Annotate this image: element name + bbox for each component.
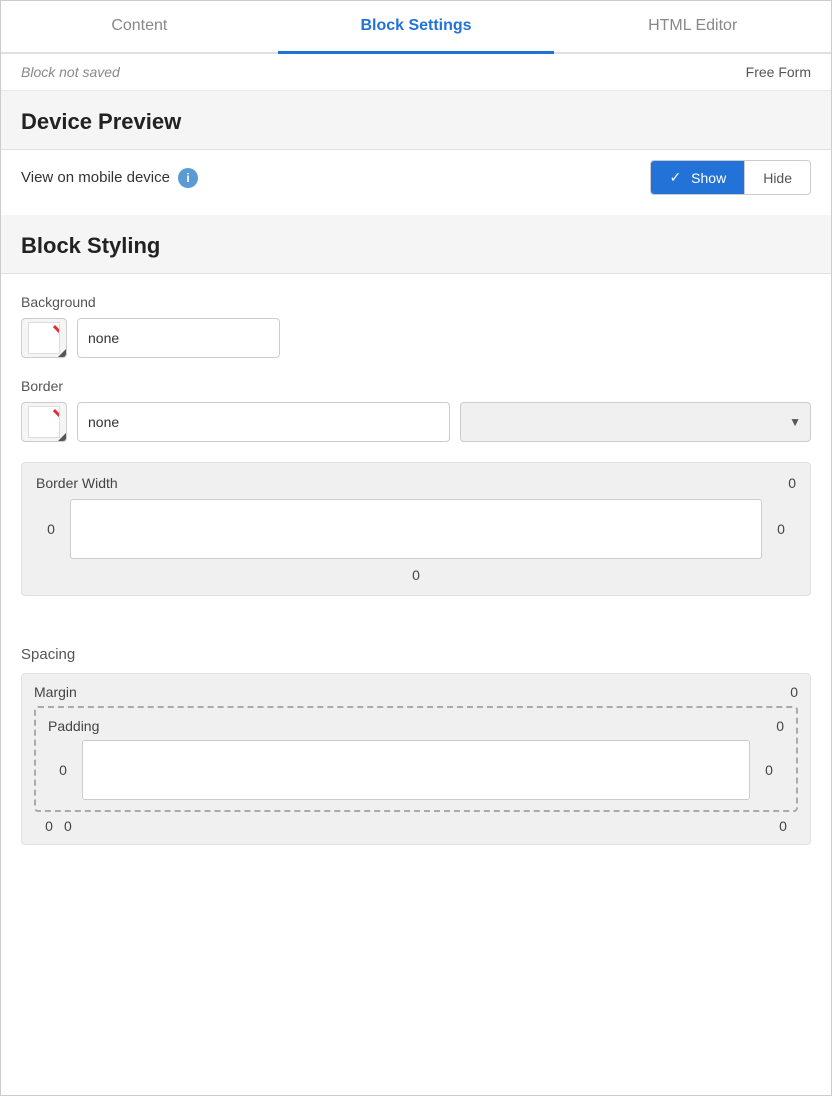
background-field-row	[21, 318, 811, 358]
outer-right-value: 0	[768, 818, 798, 834]
margin-box: Margin 0 Padding 0 0 0 0 0	[21, 673, 811, 845]
free-form-label: Free Form	[746, 64, 811, 80]
border-value-input[interactable]	[77, 402, 450, 442]
background-field-group: Background	[21, 294, 811, 358]
border-center-box	[70, 499, 762, 559]
tab-bar: Content Block Settings HTML Editor	[1, 1, 831, 54]
show-button[interactable]: ✓ Show	[651, 161, 744, 194]
show-hide-toggle: ✓ Show Hide	[650, 160, 811, 195]
padding-top-value: 0	[776, 718, 784, 734]
spacing-section: Spacing Margin 0 Padding 0 0 0	[1, 636, 831, 865]
block-styling-content: Background Border	[1, 274, 831, 636]
device-preview-section-header: Device Preview	[1, 91, 831, 150]
padding-left-value: 0	[48, 762, 78, 778]
device-preview-title: Device Preview	[21, 109, 181, 134]
padding-box: Padding 0 0 0	[34, 706, 798, 812]
hide-button[interactable]: Hide	[744, 161, 810, 194]
show-label: Show	[691, 170, 726, 186]
border-width-top-value: 0	[788, 475, 796, 491]
checkmark-icon: ✓	[669, 169, 681, 186]
border-width-box: Border Width 0 0 0 0	[21, 462, 811, 596]
tab-html-editor[interactable]: HTML Editor	[554, 1, 831, 54]
border-color-picker[interactable]	[21, 402, 67, 442]
margin-label: Margin	[34, 684, 77, 700]
padding-center-box	[82, 740, 750, 800]
border-bottom-value: 0	[36, 567, 796, 583]
block-styling-title: Block Styling	[21, 233, 160, 258]
tab-block-settings[interactable]: Block Settings	[278, 1, 555, 54]
mobile-device-row: View on mobile device i ✓ Show Hide	[1, 150, 831, 215]
margin-header: Margin 0	[34, 684, 798, 700]
spacing-label: Spacing	[21, 646, 811, 663]
border-right-value: 0	[766, 521, 796, 537]
padding-middle-row: 0 0	[48, 740, 784, 800]
outer-left-value: 0	[34, 818, 64, 834]
background-label: Background	[21, 294, 811, 310]
outer-bottom-row: 0 0 0	[34, 818, 798, 834]
info-icon[interactable]: i	[178, 168, 198, 188]
mobile-device-label: View on mobile device i	[21, 168, 198, 188]
background-value-input[interactable]	[77, 318, 280, 358]
background-color-swatch	[28, 322, 60, 354]
border-width-label: Border Width	[36, 475, 118, 491]
border-label: Border	[21, 378, 811, 394]
mobile-device-text: View on mobile device	[21, 169, 170, 186]
border-left-value: 0	[36, 521, 66, 537]
status-bar: Block not saved Free Form	[1, 54, 831, 91]
padding-right-value: 0	[754, 762, 784, 778]
border-style-select[interactable]: solid dashed dotted	[460, 402, 811, 442]
margin-value: 0	[790, 684, 798, 700]
border-middle-row: 0 0	[36, 499, 796, 559]
block-styling-section-header: Block Styling	[1, 215, 831, 274]
block-not-saved-label: Block not saved	[21, 64, 120, 80]
border-width-header: Border Width 0	[36, 475, 796, 491]
padding-bottom-value: 0	[64, 818, 72, 834]
border-swatch-arrow	[58, 433, 66, 441]
border-color-swatch	[28, 406, 60, 438]
border-field-group: Border solid dashed dotted ▼	[21, 378, 811, 442]
padding-label: Padding	[48, 718, 99, 734]
background-swatch-arrow	[58, 349, 66, 357]
tab-content[interactable]: Content	[1, 1, 278, 54]
border-field-row: solid dashed dotted ▼	[21, 402, 811, 442]
background-color-picker[interactable]	[21, 318, 67, 358]
border-style-select-wrapper: solid dashed dotted ▼	[460, 402, 811, 442]
padding-header: Padding 0	[48, 718, 784, 734]
